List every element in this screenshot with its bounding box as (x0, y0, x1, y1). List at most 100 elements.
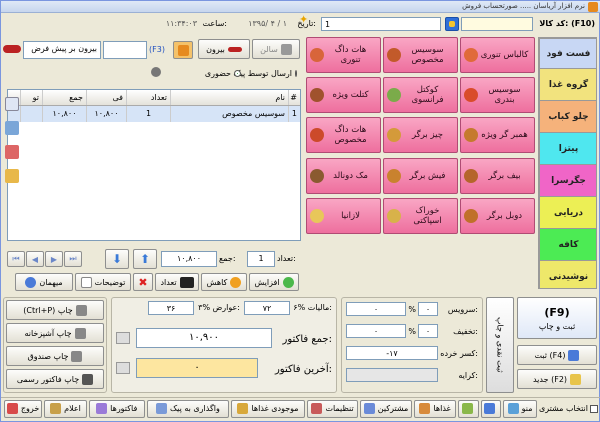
calc-icon[interactable] (116, 332, 130, 344)
save-button[interactable]: ثبت (F4) (517, 345, 597, 365)
toolbar-button-1[interactable]: منو (503, 399, 537, 418)
print-kitchen-button[interactable]: چاپ آشپزخانه (6, 323, 104, 343)
toolbar-button-10[interactable]: اعلام (44, 399, 87, 418)
food-button[interactable]: سوسیس بندری (460, 77, 535, 114)
category-4[interactable]: پیتزا (539, 132, 596, 164)
code-lookup-button[interactable] (445, 17, 459, 31)
food-icon (310, 128, 324, 143)
food-button[interactable]: فیش برگر (383, 157, 458, 194)
toolbar-button-2[interactable] (480, 399, 502, 418)
monitor-icon[interactable] (5, 97, 19, 111)
print-official-button[interactable]: چاپ فاکتور رسمی (6, 369, 104, 389)
sum-input[interactable]: ۱۰,۸۰۰ (161, 251, 217, 267)
move-up-button[interactable]: ⬆ (133, 249, 157, 269)
delete-button[interactable]: ✖ (133, 273, 153, 291)
food-button[interactable]: هات داگ مخصوص (306, 117, 381, 154)
guest-button[interactable]: میهمان (15, 273, 73, 291)
service-value[interactable]: ۰ (346, 302, 406, 316)
category-1[interactable]: فست فود (539, 38, 596, 68)
column-header[interactable]: تو (20, 90, 42, 105)
title-bar: نرم افزار آریاسان ..... صورتحساب فروش (1, 1, 600, 13)
table-cell: ۱۰,۸۰۰ (42, 106, 86, 122)
prev-button[interactable]: ◀ (26, 251, 44, 267)
select-customer[interactable]: انتخاب مشتری (539, 404, 598, 413)
food-button[interactable]: کالباس تنوری (460, 37, 535, 73)
total-value: ۱۰,۹۰۰ (136, 328, 272, 348)
radio-courier[interactable]: ارسال توسط پیک (233, 69, 297, 78)
radio-present[interactable]: حضوری (193, 69, 241, 78)
code-input[interactable] (461, 17, 533, 31)
category-3[interactable]: چلو کباب (539, 100, 596, 132)
food-button[interactable]: هات داگ تنوری (306, 37, 381, 73)
tag-icon[interactable] (5, 169, 19, 183)
column-header[interactable]: تعداد (126, 90, 170, 105)
print-button[interactable]: (Ctrl+P) چاپ (6, 300, 104, 320)
toolbar-icon (363, 403, 375, 414)
food-button[interactable]: بیف برگر (460, 157, 535, 194)
order-type-input[interactable]: بیرون بر پیش فرض (23, 41, 101, 59)
qty-button[interactable]: تعداد (155, 273, 199, 291)
food-button[interactable]: کوکتل فرانسوی (383, 77, 458, 114)
food-button[interactable]: مک دونالد (306, 157, 381, 194)
column-header[interactable]: # (288, 90, 300, 105)
toolbar-button-8[interactable]: واگذاری به پیک (146, 399, 230, 418)
increase-button[interactable]: افزایش (249, 273, 299, 291)
table-row[interactable]: 1 سوسیس مخصوص 1 ۱۰,۸۰۰ ۱۰,۸۰۰ (8, 106, 300, 122)
discount-value[interactable]: ۰ (346, 324, 406, 338)
save-print-button[interactable]: (F9) ثبت و چاپ (517, 297, 597, 339)
category-8[interactable]: نوشیدنی (539, 260, 596, 288)
window-icon[interactable] (5, 121, 19, 135)
totals-panel: ۶% مالیات: ۷۲ ۳% عوارض: ۳۶ جمع فاکتور: ۱… (111, 297, 337, 393)
save-cash-print-button[interactable]: ثبت نقدی و چاپ (486, 297, 514, 393)
outside-button[interactable]: بیرون (198, 39, 250, 59)
toolbar-button-11[interactable]: خروج (4, 399, 43, 418)
category-5[interactable]: جگرسرا (539, 164, 596, 196)
food-button[interactable]: سوسیس مخصوص (383, 37, 458, 73)
food-label: سوسیس بندری (488, 85, 521, 106)
last-button[interactable]: ⏭ (64, 251, 82, 267)
fare-value[interactable] (346, 368, 438, 382)
category-7[interactable]: کافه (539, 228, 596, 260)
food-label: سوسیس مخصوص (411, 45, 444, 65)
food-button[interactable]: لازانیا (306, 197, 381, 234)
code-label: کد کالا: (F10) (539, 19, 595, 28)
category-2[interactable]: گروه غذا (539, 68, 596, 100)
decrease-button[interactable]: کاهش (201, 273, 247, 291)
move-down-button[interactable]: ⬇ (105, 249, 129, 269)
toolbar-button-5[interactable]: مشترکین (360, 399, 412, 418)
f3-button[interactable] (173, 41, 193, 59)
notes-button[interactable]: توضیحات (75, 273, 131, 291)
food-button[interactable]: همبر گر ویژه (460, 117, 535, 154)
toolbar-icon (461, 403, 473, 414)
column-header[interactable]: فی (86, 90, 126, 105)
count-input[interactable]: 1 (247, 251, 275, 267)
hall-button[interactable]: سالن (252, 39, 300, 59)
toolbar-button-3[interactable] (458, 399, 479, 418)
first-button[interactable]: ⏮ (7, 251, 25, 267)
new-button[interactable]: جدید (F2) (517, 369, 597, 389)
note-icon (80, 276, 92, 288)
food-button[interactable]: دوبل برگر (460, 197, 535, 234)
calc-icon[interactable] (116, 362, 130, 374)
food-button[interactable]: چیز برگر (383, 117, 458, 154)
print-cash-button[interactable]: چاپ صندوق (6, 346, 104, 366)
column-header[interactable]: نام (170, 90, 288, 105)
service-panel: سرویس: ۰ % ۰ تخفیف: ۰ % ۰ کسر خرده: -۱۷ … (341, 297, 483, 393)
food-button[interactable]: کتلت ویژه (306, 77, 381, 114)
toolbar-button-4[interactable]: غذاها (413, 399, 457, 418)
qty-input[interactable]: 1 (321, 17, 441, 31)
next-button[interactable]: ▶ (45, 251, 63, 267)
sum-label: جمع: (219, 254, 236, 263)
category-6[interactable]: دریایی (539, 196, 596, 228)
discount-pct[interactable]: ۰ (418, 324, 438, 338)
change-value[interactable]: -۱۷ (346, 346, 438, 360)
service-pct[interactable]: ۰ (418, 302, 438, 316)
order-type-code[interactable] (103, 41, 147, 59)
tools-icon[interactable] (5, 145, 19, 159)
disk-icon (568, 349, 580, 361)
toolbar-button-7[interactable]: موجودی غذاها (231, 399, 305, 418)
toolbar-button-6[interactable]: تنظیمات (306, 399, 359, 418)
column-header[interactable]: جمع (42, 90, 86, 105)
toolbar-button-9[interactable]: فاکتورها (88, 399, 145, 418)
food-button[interactable]: خوراک اسپاکتی (383, 197, 458, 234)
